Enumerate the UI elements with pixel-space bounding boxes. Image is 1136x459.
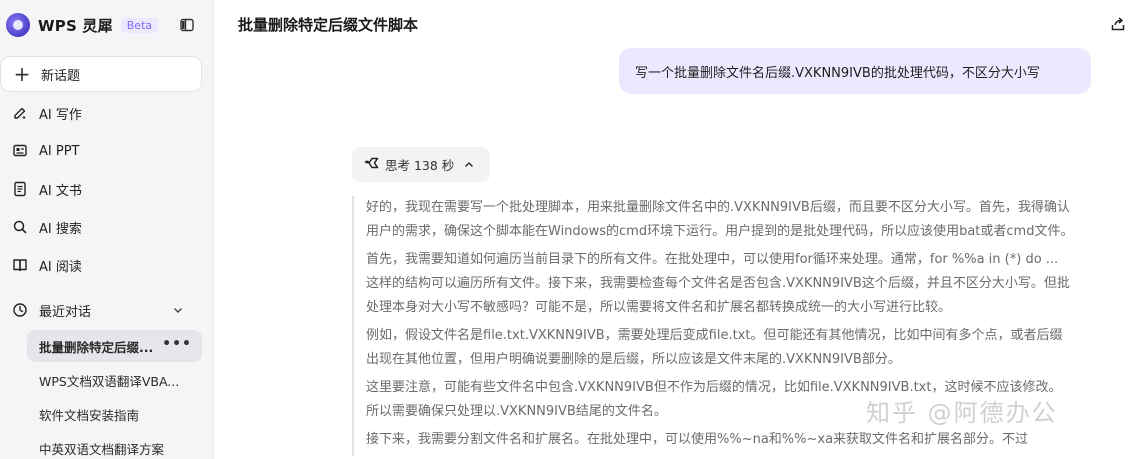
history-item-label: 软件文档安装指南 — [39, 407, 140, 423]
document-icon — [11, 180, 29, 198]
watermark: 知乎 @阿德办公 — [866, 399, 1058, 427]
sidebar-item-ai-search[interactable]: AI 搜索 — [0, 211, 202, 243]
new-chat-label: 新话题 — [41, 68, 81, 84]
history-item[interactable]: 批量删除特定后缀... ••• — [27, 330, 202, 362]
chevron-down-icon[interactable] — [170, 302, 186, 318]
search-icon — [11, 218, 29, 236]
pen-sparkle-icon — [11, 104, 29, 122]
history-item-label: 中英双语文档翻译方案 — [39, 441, 165, 457]
recent-chats-label: 最近对话 — [39, 304, 92, 320]
thinking-paragraph: 接下来，我需要分割文件名和扩展名。在批处理中，可以使用%%~na和%%~xa来获… — [366, 432, 1029, 447]
chevron-up-icon — [462, 158, 476, 172]
sidebar-item-ai-document[interactable]: AI 文书 — [0, 173, 202, 205]
more-options-icon[interactable]: ••• — [162, 336, 192, 352]
thinking-paragraph: 例如，假设文件名是file.txt.VXKNN9IVB，需要处理后变成file.… — [366, 328, 1063, 367]
wps-lingxi-logo-icon — [6, 13, 30, 37]
thinking-toggle-button[interactable]: 思考 138 秒 — [352, 147, 490, 182]
history-item-label: WPS文档双语翻译VBA... — [39, 373, 180, 389]
sidebar-item-ai-ppt[interactable]: AI PPT — [0, 135, 202, 167]
new-chat-button[interactable]: + 新话题 — [0, 56, 202, 92]
history-item-label: 批量删除特定后缀... — [39, 339, 154, 355]
sidebar-item-label: AI 文书 — [39, 183, 82, 199]
clock-icon — [11, 301, 29, 319]
sidebar-item-ai-writing[interactable]: AI 写作 — [0, 97, 202, 129]
chat-main: 批量删除特定后缀文件脚本 写一个批量删除文件名后缀.VXKNN9IVB的批处理代… — [214, 0, 1136, 459]
page-title: 批量删除特定后缀文件脚本 — [238, 16, 419, 34]
sidebar-item-label: AI PPT — [39, 143, 80, 159]
recent-chats-header[interactable]: 最近对话 — [0, 294, 202, 326]
brand-name: WPS 灵犀 — [38, 16, 113, 35]
history-item[interactable]: WPS文档双语翻译VBA... — [27, 364, 202, 396]
share-icon[interactable] — [1108, 14, 1128, 34]
brand[interactable]: WPS 灵犀 Beta — [6, 12, 159, 38]
user-message: 写一个批量删除文件名后缀.VXKNN9IVB的批处理代码，不区分大小写 — [619, 48, 1091, 94]
sidebar: WPS 灵犀 Beta + 新话题 AI 写作 AI PPT AI 文书 AI … — [0, 0, 214, 459]
sidebar-item-label: AI 搜索 — [39, 221, 82, 237]
sidebar-item-label: AI 写作 — [39, 107, 82, 123]
sidebar-item-label: AI 阅读 — [39, 259, 82, 275]
history-item[interactable]: 中英双语文档翻译方案 — [27, 432, 202, 459]
thinking-paragraph: 好的，我现在需要写一个批处理脚本，用来批量删除文件名中的.VXKNN9IVB后缀… — [366, 200, 1074, 239]
presentation-icon — [11, 142, 29, 160]
thinking-paragraph: 首先，我需要知道如何遍历当前目录下的所有文件。在批处理中，可以使用for循环来处… — [366, 252, 1070, 315]
thinking-duration: 思考 138 秒 — [385, 158, 455, 173]
sidebar-item-ai-reading[interactable]: AI 阅读 — [0, 249, 202, 281]
beta-badge: Beta — [120, 17, 159, 33]
history-item[interactable]: 软件文档安装指南 — [27, 398, 202, 430]
thinking-icon — [363, 156, 379, 173]
sidebar-collapse-icon[interactable] — [176, 14, 198, 36]
plus-icon: + — [13, 62, 31, 86]
book-icon — [11, 256, 29, 274]
